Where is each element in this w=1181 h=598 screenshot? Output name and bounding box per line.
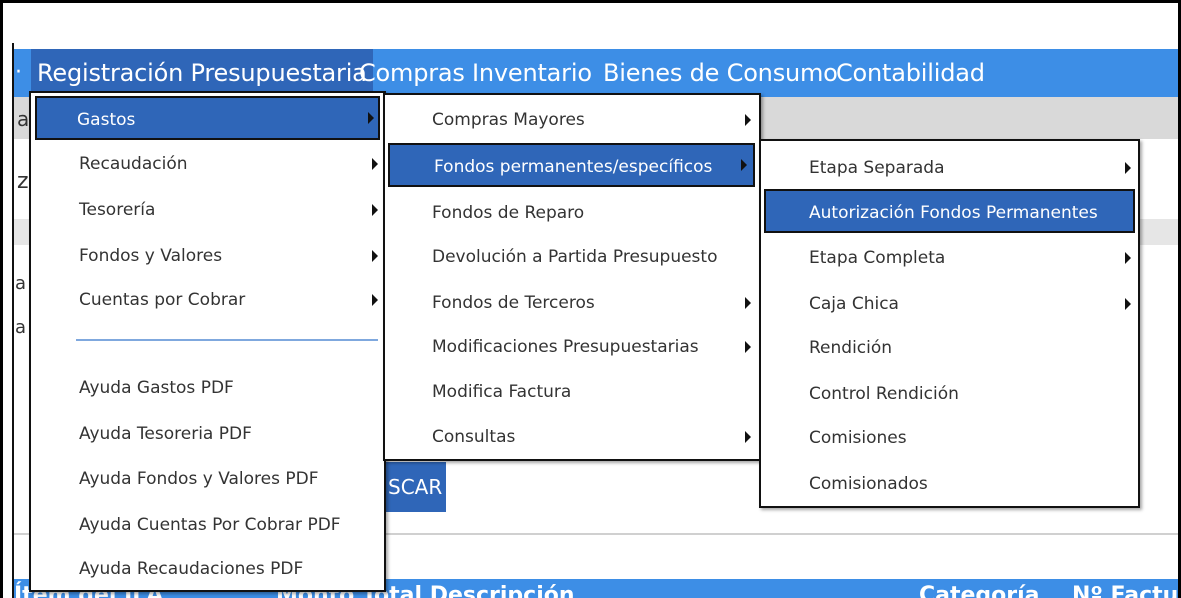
menu-item-label: Ayuda Recaudaciones PDF (79, 559, 304, 579)
chevron-right-icon (745, 341, 751, 353)
menu-item-label: Cuentas por Cobrar (79, 290, 246, 310)
dropdown-registracion: Gastos Recaudación Tesorería Fondos y Va… (29, 91, 386, 592)
menu-item-tesoreria[interactable]: Tesorería (31, 188, 384, 232)
menu-item-etapa-completa[interactable]: Etapa Completa (761, 236, 1138, 280)
menu-item-label: Fondos permanentes/específicos (434, 157, 713, 177)
menu-item-gastos[interactable]: Gastos (35, 96, 380, 140)
menu-item-label: Ayuda Fondos y Valores PDF (79, 469, 319, 489)
menu-item-comisiones[interactable]: Comisiones (761, 416, 1138, 460)
menu-item-devolucion-partida[interactable]: Devolución a Partida Presupuesto (385, 235, 759, 279)
menu-item-ayuda-gastos-pdf[interactable]: Ayuda Gastos PDF (31, 366, 384, 410)
menu-item-label: Ayuda Tesoreria PDF (79, 424, 252, 444)
menu-item-label: Caja Chica (809, 294, 899, 314)
column-header: Nº Factura (1072, 583, 1179, 598)
menu-item-label: Devolución a Partida Presupuesto (432, 247, 718, 267)
menu-item-label: Modificaciones Presupuestarias (432, 337, 699, 357)
menu-compras[interactable]: Compras (359, 49, 465, 97)
menu-item-label: Fondos y Valores (79, 246, 223, 266)
menu-item-compras-mayores[interactable]: Compras Mayores (385, 98, 759, 142)
menu-item-ayuda-cuentas-por-cobrar-pdf[interactable]: Ayuda Cuentas Por Cobrar PDF (31, 503, 384, 547)
chevron-right-icon (745, 297, 751, 309)
menu-item-ayuda-recaudaciones-pdf[interactable]: Ayuda Recaudaciones PDF (31, 547, 384, 591)
menu-item-label: Fondos de Reparo (432, 203, 585, 223)
menu-item-ayuda-fondos-valores-pdf[interactable]: Ayuda Fondos y Valores PDF (31, 457, 384, 501)
clipped-text: a (15, 317, 27, 338)
menu-item-modificaciones-presupuestarias[interactable]: Modificaciones Presupuestarias (385, 325, 759, 369)
menu-contabilidad[interactable]: Contabilidad (836, 49, 985, 97)
chevron-right-icon (741, 159, 747, 171)
menu-item-label: Rendición (809, 338, 893, 358)
menu-item-control-rendicion[interactable]: Control Rendición (761, 372, 1138, 416)
menu-item-label: Consultas (432, 427, 516, 447)
menu-bienes-de-consumo[interactable]: Bienes de Consumo (603, 49, 838, 97)
chevron-right-icon (372, 204, 378, 216)
menu-item-label: Tesorería (79, 200, 156, 220)
menu-item-rendicion[interactable]: Rendición (761, 326, 1138, 370)
chevron-right-icon (1125, 252, 1131, 264)
menu-item-label: Etapa Separada (809, 158, 945, 178)
clipped-text: z (17, 169, 29, 194)
menu-item-caja-chica[interactable]: Caja Chica (761, 282, 1138, 326)
dropdown-gastos: Compras Mayores Fondos permanentes/espec… (383, 93, 761, 461)
chevron-right-icon (372, 158, 378, 170)
menu-item-label: Gastos (77, 110, 136, 130)
menu-item-etapa-separada[interactable]: Etapa Separada (761, 146, 1138, 190)
menu-item-fondos-de-reparo[interactable]: Fondos de Reparo (385, 191, 759, 235)
menu-item-autorizacion-fondos-permanentes[interactable]: Autorización Fondos Permanentes (764, 189, 1135, 233)
menu-item-label: Modifica Factura (432, 382, 572, 402)
menu-item-label: Control Rendición (809, 384, 959, 404)
menu-inventario[interactable]: Inventario (472, 49, 592, 97)
menu-item-label: Comisionados (809, 474, 928, 494)
main-menu-bar: · Registración Presupuestaria Compras In… (14, 49, 1178, 97)
chevron-right-icon (368, 112, 374, 124)
menu-item-label: Etapa Completa (809, 248, 946, 268)
menu-item-label: Recaudación (79, 154, 188, 174)
menu-separator: · (15, 60, 22, 85)
clipped-text: a (15, 273, 27, 294)
menu-item-comisionados[interactable]: Comisionados (761, 462, 1138, 506)
search-button[interactable]: SCAR (386, 462, 446, 512)
chevron-right-icon (745, 431, 751, 443)
menu-item-cuentas-por-cobrar[interactable]: Cuentas por Cobrar (31, 278, 384, 322)
menu-item-ayuda-tesoreria-pdf[interactable]: Ayuda Tesoreria PDF (31, 412, 384, 456)
column-header: Categoría (919, 583, 1040, 598)
menu-item-label: Ayuda Cuentas Por Cobrar PDF (79, 515, 341, 535)
menu-item-label: Ayuda Gastos PDF (79, 378, 234, 398)
chevron-right-icon (372, 294, 378, 306)
menu-item-fondos-y-valores[interactable]: Fondos y Valores (31, 234, 384, 278)
clipped-text: a (17, 107, 30, 131)
menu-item-recaudacion[interactable]: Recaudación (31, 142, 384, 186)
menu-registracion-presupuestaria[interactable]: Registración Presupuestaria (31, 49, 373, 97)
top-blank-area (14, 6, 1178, 50)
menu-item-label: Compras Mayores (432, 110, 585, 130)
menu-item-label: Fondos de Terceros (432, 293, 595, 313)
menu-item-label: Comisiones (809, 428, 907, 448)
dropdown-fondos-permanentes: Etapa Separada Autorización Fondos Perma… (759, 139, 1140, 508)
menu-separator (76, 339, 378, 341)
menu-item-modifica-factura[interactable]: Modifica Factura (385, 370, 759, 414)
chevron-right-icon (1125, 162, 1131, 174)
menu-item-fondos-de-terceros[interactable]: Fondos de Terceros (385, 281, 759, 325)
chevron-right-icon (372, 250, 378, 262)
chevron-right-icon (1125, 298, 1131, 310)
menu-item-label: Autorización Fondos Permanentes (809, 203, 1098, 223)
menu-item-fondos-permanentes[interactable]: Fondos permanentes/específicos (388, 143, 755, 187)
menu-item-consultas[interactable]: Consultas (385, 415, 759, 459)
chevron-right-icon (745, 114, 751, 126)
